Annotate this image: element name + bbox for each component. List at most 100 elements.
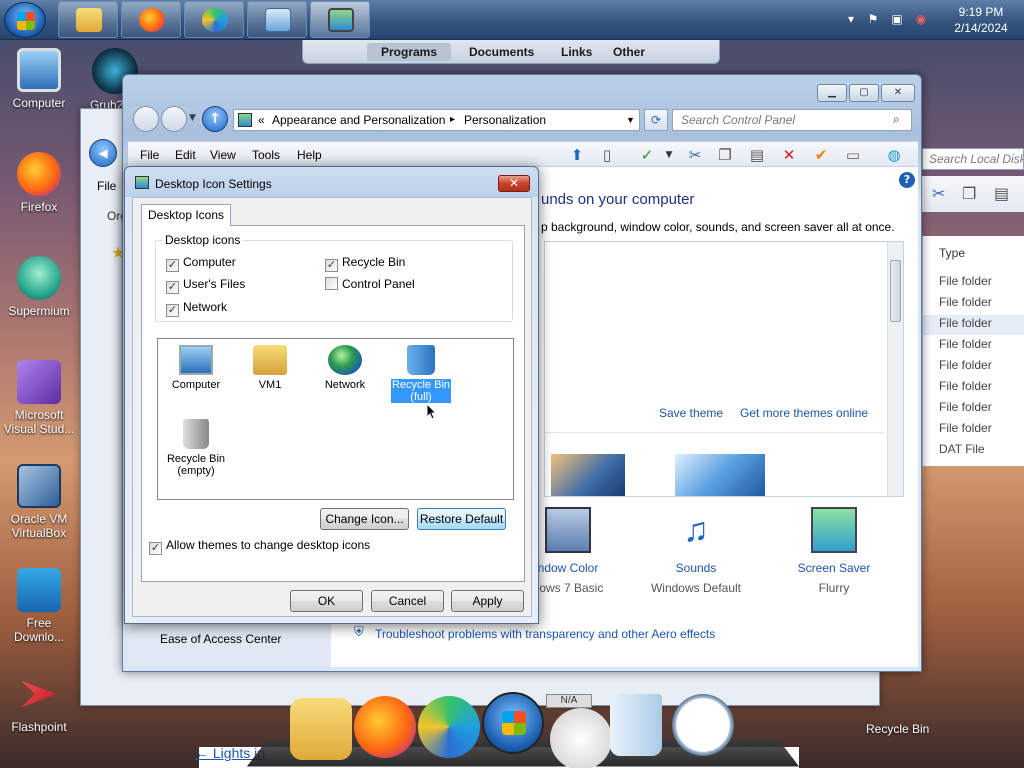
taskbar-control-panel-button[interactable]: [247, 1, 307, 38]
desktop-recycle-bin-label[interactable]: Recycle Bin: [866, 722, 929, 736]
desktop-icon-visual-studio[interactable]: Microsoft Visual Stud...: [2, 360, 76, 436]
troubleshoot-link[interactable]: Troubleshoot problems with transparency …: [375, 627, 715, 641]
volume-muted-icon[interactable]: ◉: [914, 12, 928, 26]
search-control-panel-input[interactable]: Search Control Panel ⌕: [672, 109, 912, 131]
checkbox-recycle-bin[interactable]: ✓ Recycle Bin: [325, 255, 405, 272]
checkbox-computer[interactable]: ✓ Computer: [166, 255, 236, 272]
tab-other[interactable]: Other: [599, 43, 659, 61]
icon-list-view[interactable]: Computer VM1 Network Recycle Bin (full) …: [157, 338, 514, 500]
panel-toggle-icon[interactable]: ▯: [596, 145, 618, 165]
ease-of-access-link[interactable]: Ease of Access Center: [160, 632, 281, 646]
icon-item-vm1[interactable]: VM1: [234, 345, 306, 391]
column-header-type[interactable]: Type: [939, 246, 965, 260]
maximize-button[interactable]: ▢: [849, 84, 879, 102]
desktop-icon-supermium[interactable]: Supermium: [2, 256, 76, 318]
menu-help[interactable]: Help: [297, 148, 322, 162]
up-folder-icon[interactable]: ⬆: [566, 145, 588, 165]
checkbox-users-files[interactable]: ✓ User's Files: [166, 277, 245, 294]
firefox-icon[interactable]: [354, 696, 416, 758]
folder-check-icon[interactable]: ✓: [636, 145, 658, 165]
clock-icon[interactable]: [672, 694, 734, 756]
scrollbar-thumb[interactable]: [890, 260, 901, 322]
menu-tools[interactable]: Tools: [252, 148, 280, 162]
views-dropdown-icon[interactable]: ▼: [658, 145, 680, 165]
tab-documents[interactable]: Documents: [455, 43, 548, 61]
paste-icon[interactable]: ▤: [746, 145, 768, 165]
icon-item-network[interactable]: Network: [309, 345, 381, 391]
ok-button[interactable]: OK: [290, 590, 363, 612]
icon-item-computer[interactable]: Computer: [160, 345, 232, 391]
restore-default-button[interactable]: Restore Default: [417, 508, 506, 530]
cancel-button[interactable]: Cancel: [371, 590, 444, 612]
close-button[interactable]: ✕: [881, 84, 915, 102]
breadcrumb-prefix[interactable]: «: [258, 113, 265, 127]
taskbar-personalization-button[interactable]: [310, 1, 370, 38]
apply-button[interactable]: Apply: [451, 590, 524, 612]
menu-edit[interactable]: Edit: [175, 148, 196, 162]
chevron-up-icon[interactable]: ▾: [844, 12, 858, 26]
desktop-icon-firefox[interactable]: Firefox: [2, 152, 76, 214]
screen-saver-item[interactable]: Screen Saver Flurry: [774, 507, 894, 595]
menu-file[interactable]: File: [140, 148, 159, 162]
blank-icon[interactable]: [550, 708, 612, 768]
change-icon-button[interactable]: Change Icon...: [320, 508, 409, 530]
taskbar-edge-button[interactable]: [184, 1, 244, 38]
cut-icon[interactable]: ✂: [932, 184, 945, 203]
tab-desktop-icons[interactable]: Desktop Icons: [141, 204, 231, 226]
icon-item-recycle-bin-full[interactable]: Recycle Bin (full): [385, 345, 457, 404]
minimize-button[interactable]: ▁: [817, 84, 847, 102]
search-local-disk-input[interactable]: Search Local Disk: [922, 148, 1024, 170]
taskbar-firefox-button[interactable]: [121, 1, 181, 38]
forward-button[interactable]: [161, 106, 187, 132]
save-theme-link[interactable]: Save theme: [659, 406, 723, 420]
get-more-themes-link[interactable]: Get more themes online: [740, 406, 868, 420]
copy-icon[interactable]: ❐: [962, 184, 976, 203]
theme-list[interactable]: Save theme Get more themes online: [544, 241, 904, 497]
cut-icon[interactable]: ✂: [684, 145, 706, 165]
theme-thumbnail[interactable]: [551, 454, 625, 496]
recent-pages-chevron-icon[interactable]: ▼: [189, 113, 196, 123]
checkbox-network[interactable]: ✓ Network: [166, 300, 227, 317]
flag-icon[interactable]: ⚑: [866, 12, 880, 26]
icon-item-recycle-bin-empty[interactable]: Recycle Bin (empty): [160, 419, 232, 477]
checkbox-control-panel[interactable]: Control Panel: [325, 277, 415, 291]
clock[interactable]: 9:19 PM 2/14/2024: [946, 4, 1016, 36]
desktop-icon-computer[interactable]: Computer: [2, 48, 76, 110]
desktop-icon-flashpoint[interactable]: Flashpoint: [2, 672, 76, 734]
desktop-icon-settings-dialog[interactable]: Desktop Icon Settings ✕ Desktop Icons De…: [124, 166, 539, 624]
desktop-icon-virtualbox[interactable]: Oracle VM VirtualBox: [2, 464, 76, 540]
breadcrumb-personalization[interactable]: Personalization: [464, 113, 546, 127]
address-bar[interactable]: « Appearance and Personalization ▸ Perso…: [233, 109, 640, 131]
start-button[interactable]: [4, 2, 46, 38]
network-icon[interactable]: ▣: [890, 12, 904, 26]
windows-start-icon[interactable]: [482, 692, 544, 754]
shell-icon[interactable]: ◍: [883, 145, 905, 165]
close-button[interactable]: ✕: [498, 175, 530, 192]
desktop-icon-free-download[interactable]: Free Downlo...: [2, 568, 76, 644]
tab-programs[interactable]: Programs: [367, 43, 452, 61]
checkmark-icon[interactable]: ✔: [810, 145, 832, 165]
help-icon[interactable]: ?: [899, 172, 915, 188]
checkbox-allow-themes[interactable]: ✓ Allow themes to change desktop icons: [149, 538, 370, 555]
file-list-type-column[interactable]: Type File folder File folder File folder…: [922, 236, 1024, 466]
address-dropdown-icon[interactable]: ▼: [626, 115, 635, 125]
back-arrow-icon[interactable]: ◀: [89, 139, 117, 167]
menu-file[interactable]: File: [97, 179, 116, 193]
breadcrumb-appearance[interactable]: Appearance and Personalization: [272, 113, 445, 127]
menu-view[interactable]: View: [210, 148, 236, 162]
theme-thumbnail[interactable]: [675, 454, 765, 496]
properties-icon[interactable]: ▭: [842, 145, 864, 165]
vertical-scrollbar[interactable]: [887, 242, 903, 496]
breadcrumb-separator-icon[interactable]: ▸: [450, 114, 455, 125]
sounds-item[interactable]: ♫ Sounds Windows Default: [636, 507, 756, 595]
copy-icon[interactable]: ❐: [714, 145, 736, 165]
edge-icon[interactable]: [418, 696, 480, 758]
recycle-bin-icon[interactable]: [610, 694, 662, 756]
folder-icon[interactable]: [290, 698, 352, 760]
tab-links[interactable]: Links: [547, 43, 606, 61]
refresh-icon[interactable]: ⟳: [644, 109, 668, 131]
back-button[interactable]: [133, 106, 159, 132]
paste-icon[interactable]: ▤: [994, 184, 1009, 203]
up-button[interactable]: ↑: [202, 106, 228, 132]
taskbar-explorer-button[interactable]: [58, 1, 118, 38]
